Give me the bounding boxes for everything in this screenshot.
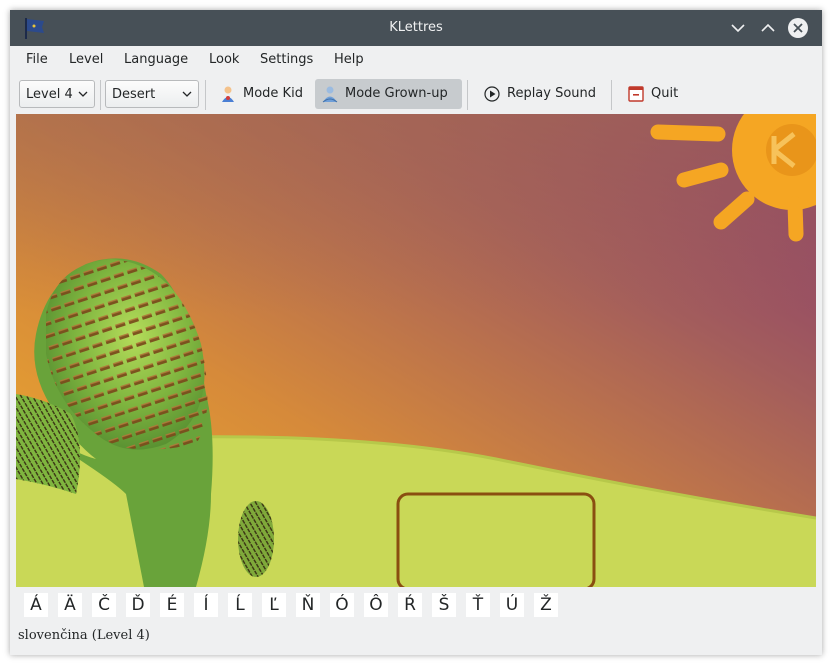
level-select[interactable]: Level 4 (19, 80, 95, 108)
menu-help[interactable]: Help (334, 52, 364, 67)
play-circle-icon (484, 86, 500, 102)
toolbar-separator (100, 80, 101, 110)
theme-select[interactable]: Desert (105, 80, 199, 108)
chevron-down-icon (78, 91, 88, 97)
letter-button[interactable]: Ť (466, 593, 490, 617)
quit-label: Quit (651, 86, 679, 101)
toolbar-separator (611, 80, 612, 110)
mode-grownup-label: Mode Grown-up (345, 86, 448, 101)
toolbar: Level 4 Desert Mode Kid Mode Grown-up Re… (10, 76, 822, 112)
letter-button[interactable]: Ž (534, 593, 558, 617)
theme-select-value: Desert (112, 87, 156, 102)
toolbar-separator (205, 80, 206, 110)
window-title: KLettres (389, 20, 443, 35)
menu-file[interactable]: File (26, 52, 48, 67)
letter-button[interactable]: Ó (330, 593, 354, 617)
maximize-icon[interactable] (758, 18, 778, 38)
quit-icon (628, 86, 644, 102)
minimize-icon[interactable] (728, 18, 748, 38)
letter-button[interactable]: Š (432, 593, 456, 617)
mode-kid-button[interactable]: Mode Kid (213, 79, 313, 109)
title-bar: KLettres (10, 10, 822, 46)
level-select-value: Level 4 (26, 87, 73, 102)
app-window: KLettres File Level Language Look Settin… (10, 10, 822, 655)
close-icon[interactable] (787, 17, 809, 39)
replay-sound-label: Replay Sound (507, 86, 597, 101)
mode-grownup-button[interactable]: Mode Grown-up (315, 79, 462, 109)
menu-look[interactable]: Look (209, 52, 239, 67)
game-scene (16, 114, 816, 587)
status-bar-text: slovenčina (Level 4) (18, 628, 150, 643)
menu-settings[interactable]: Settings (260, 52, 313, 67)
chevron-down-icon (182, 91, 192, 97)
quit-button[interactable]: Quit (621, 79, 693, 109)
replay-sound-button[interactable]: Replay Sound (477, 79, 605, 109)
letter-button[interactable]: Ô (364, 593, 388, 617)
letter-button[interactable]: Ĺ (228, 593, 252, 617)
menu-bar: File Level Language Look Settings Help (10, 48, 822, 74)
letter-button[interactable]: Ď (126, 593, 150, 617)
mode-kid-label: Mode Kid (243, 86, 303, 101)
letter-button[interactable]: É (160, 593, 184, 617)
letter-button[interactable]: Ŕ (398, 593, 422, 617)
menu-language[interactable]: Language (124, 52, 188, 67)
letter-button[interactable]: Ú (500, 593, 524, 617)
letter-button[interactable]: Č (92, 593, 116, 617)
menu-level[interactable]: Level (69, 52, 103, 67)
kid-icon (222, 86, 234, 102)
letter-button[interactable]: Á (24, 593, 48, 617)
toolbar-separator (467, 80, 468, 110)
grownup-icon (322, 86, 338, 103)
letter-button[interactable]: Í (194, 593, 218, 617)
letter-button[interactable]: Ä (58, 593, 82, 617)
letter-button[interactable]: Ň (296, 593, 320, 617)
letter-button[interactable]: Ľ (262, 593, 286, 617)
